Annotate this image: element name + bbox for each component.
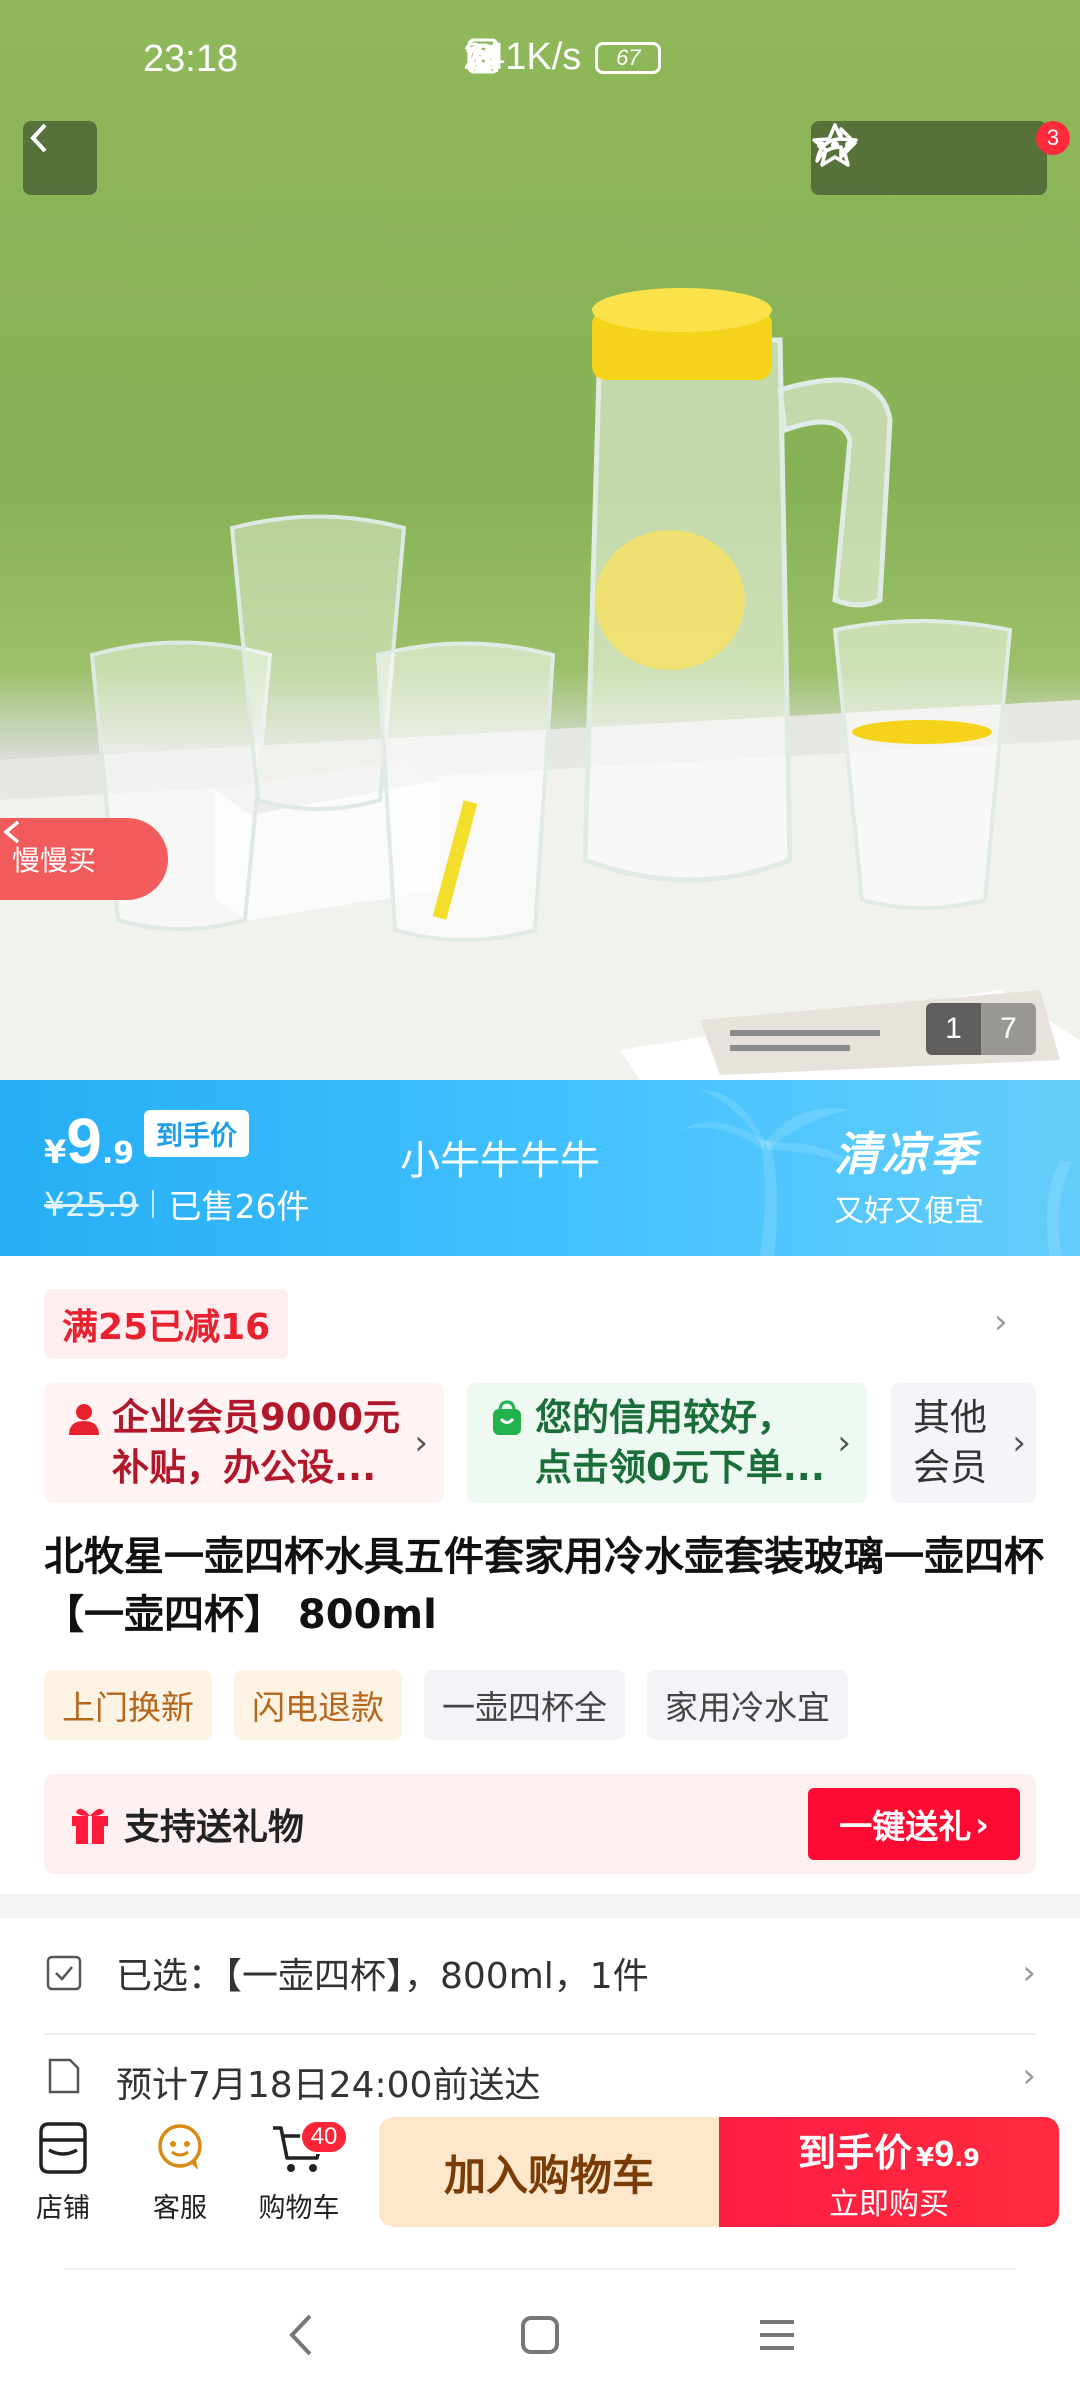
store-button[interactable]: 店铺 <box>13 2118 113 2225</box>
battery-indicator: 67 <box>595 41 662 74</box>
gift-icon <box>72 1808 108 1844</box>
product-image-carousel[interactable]: 23:18 241K/s 67 3 慢慢买 1 7 <box>0 0 1080 1080</box>
shopping-bag-icon <box>493 1400 521 1435</box>
price-banner: ¥ 9 .9 到手价 ¥25.9 已售26件 小牛牛牛牛 清凉季 又好又便宜 <box>0 1080 1080 1256</box>
add-to-cart-button[interactable]: 加入购物车 <box>379 2117 719 2227</box>
net-price: ¥ 9 .9 <box>44 1104 134 1178</box>
nav-menu-button[interactable] <box>737 2295 817 2375</box>
net-price-tag: 到手价 <box>144 1110 249 1157</box>
product-title: 北牧星一壶四杯水具五件套家用冷水壶套装玻璃一壶四杯 【一壶四杯】 800ml <box>44 1534 1044 1638</box>
spec-selection-text: 已选：【一壶四杯】，800ml，1件 <box>116 1956 649 1997</box>
back-button[interactable] <box>23 121 97 195</box>
service-button[interactable]: 客服 <box>130 2118 230 2225</box>
credit-card-offer[interactable]: 您的信用较好，点击领0元下单... › <box>467 1383 867 1503</box>
buy-now-button[interactable]: 到手价 ¥ 9 .9 立即购买 <box>719 2117 1059 2227</box>
status-icons: 241K/s 67 <box>463 36 662 79</box>
chevron-right-icon: › <box>414 1423 428 1463</box>
slow-buy-button[interactable]: 慢慢买 <box>0 818 168 900</box>
buy-price-label: 到手价 <box>798 2130 913 2175</box>
service-tags: 上门换新 闪电退款 一壶四杯全 家用冷水宜 <box>44 1670 848 1740</box>
service-label: 客服 <box>153 2193 207 2224</box>
tag-fast-refund[interactable]: 闪电退款 <box>234 1670 402 1740</box>
share-button[interactable] <box>815 123 964 193</box>
store-label: 店铺 <box>36 2193 90 2224</box>
top-actions <box>811 121 1047 195</box>
enterprise-member-card[interactable]: 企业会员9000元补贴，办公设... › <box>44 1383 444 1503</box>
tag-cold-water[interactable]: 家用冷水宜 <box>647 1670 848 1740</box>
chevron-right-icon[interactable]: › <box>994 1302 1008 1342</box>
season-promo: 清凉季 又好又便宜 <box>834 1118 984 1230</box>
spec-selection-row[interactable]: 已选：【一壶四杯】，800ml，1件 › <box>44 1918 1036 2028</box>
price-currency: ¥ <box>44 1133 67 1171</box>
image-total: 7 <box>981 1003 1036 1055</box>
customer-service-icon <box>158 2124 202 2170</box>
status-time: 23:18 <box>143 38 239 80</box>
buy-currency: ¥ <box>916 2142 935 2173</box>
chevron-right-icon: › <box>1022 2056 1036 2096</box>
other-member-text: 其他会员 <box>913 1396 987 1489</box>
chevron-left-icon <box>3 820 20 844</box>
system-nav-bar <box>0 2270 1080 2400</box>
store-icon <box>39 2122 87 2174</box>
buy-price-line: 到手价 ¥ 9 .9 <box>798 2122 980 2177</box>
nav-back-button[interactable] <box>262 2295 342 2375</box>
image-index: 1 <box>926 1003 981 1055</box>
document-icon <box>48 2058 80 2094</box>
tag-set[interactable]: 一壶四杯全 <box>424 1670 625 1740</box>
credit-offer-text: 您的信用较好，点击领0元下单... <box>535 1396 825 1489</box>
section-divider <box>0 1894 1080 1918</box>
gift-bar: 支持送礼物 一键送礼 › <box>44 1774 1036 1874</box>
shop-name: 小牛牛牛牛 <box>400 1138 600 1184</box>
nav-home-button[interactable] <box>500 2295 580 2375</box>
slow-buy-label: 慢慢买 <box>12 844 97 877</box>
wifi-icon <box>466 43 500 70</box>
chevron-right-icon: › <box>1022 1953 1036 1993</box>
image-counter: 1 7 <box>926 1003 1036 1055</box>
chevron-right-icon: › <box>975 1804 989 1844</box>
season-title: 清凉季 <box>834 1127 978 1181</box>
nav-home-icon <box>521 2316 559 2354</box>
discount-badge[interactable]: 满25已减16 <box>44 1289 289 1359</box>
buy-now-label: 立即购买 <box>829 2186 949 2222</box>
chevron-right-icon: › <box>1012 1423 1026 1463</box>
chevron-right-icon: › <box>837 1423 851 1463</box>
nav-back-icon <box>289 2314 312 2356</box>
original-price: ¥25.9 <box>44 1184 139 1224</box>
row-divider <box>44 2033 1036 2035</box>
send-gift-label: 一键送礼 <box>839 1807 972 1846</box>
nav-menu-icon <box>760 2320 794 2350</box>
user-icon <box>69 1404 99 1435</box>
more-button[interactable] <box>817 123 1043 193</box>
original-price-line: ¥25.9 已售26件 <box>44 1180 309 1228</box>
more-dots-icon <box>817 141 853 149</box>
chevron-left-icon <box>30 123 47 153</box>
checklist-icon <box>46 1955 82 1991</box>
delivery-row[interactable]: 预计7月18日24:00前送达 › <box>44 2038 1036 2100</box>
season-subtitle: 又好又便宜 <box>834 1194 984 1229</box>
send-gift-button[interactable]: 一键送礼 › <box>808 1788 1020 1860</box>
buy-price-integer: 9 <box>934 2132 955 2174</box>
price-integer: 9 <box>66 1105 102 1177</box>
price-decimal: .9 <box>101 1136 135 1171</box>
cart-label: 购物车 <box>258 2193 340 2224</box>
divider <box>152 1190 155 1218</box>
delivery-text: 预计7月18日24:00前送达 <box>116 2065 541 2100</box>
sold-count: 已售26件 <box>168 1187 310 1226</box>
gift-label: 支持送礼物 <box>124 1807 305 1848</box>
cart-count-badge: 40 <box>300 2120 348 2154</box>
tag-home-exchange[interactable]: 上门换新 <box>44 1670 212 1740</box>
enterprise-member-text: 企业会员9000元补贴，办公设... <box>112 1396 400 1489</box>
message-badge: 3 <box>1036 121 1070 155</box>
buy-price-decimal: .9 <box>954 2143 980 2172</box>
status-bar: 23:18 241K/s 67 <box>0 0 1080 120</box>
other-member-card[interactable]: 其他会员 › <box>891 1383 1036 1503</box>
